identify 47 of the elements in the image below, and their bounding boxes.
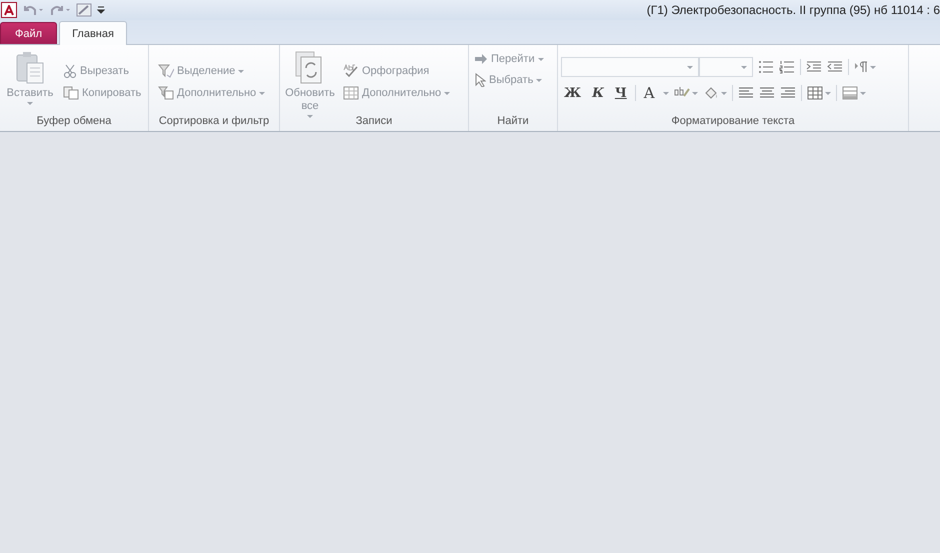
filter-icon <box>158 86 174 100</box>
fill-color-button[interactable] <box>702 86 727 100</box>
app-logo-icon <box>1 2 17 18</box>
group-label: Буфер обмена <box>36 115 112 129</box>
scissors-icon <box>63 64 77 78</box>
underline-button[interactable]: Ч <box>612 86 630 100</box>
bold-button[interactable]: Ж <box>561 86 584 100</box>
outdent-icon <box>827 60 843 74</box>
align-left-icon <box>738 86 754 100</box>
caret-icon <box>824 92 831 94</box>
caret-icon <box>870 66 876 68</box>
italic-button[interactable]: К <box>589 86 607 100</box>
group-label: Записи <box>354 115 394 129</box>
indent-icon <box>806 60 822 74</box>
group-label: Найти <box>496 115 530 129</box>
customize-menu-icon <box>97 5 105 15</box>
caret-icon <box>741 66 747 68</box>
copy-icon <box>63 86 79 100</box>
ribbon-tab[interactable]: Главная <box>59 21 127 45</box>
numbered-list-icon <box>779 60 795 74</box>
window-title: (Г1) Электробезопасность. II группа (95) нб 11014 : 6 <box>646 3 940 17</box>
redo-icon <box>49 4 71 16</box>
font-color-button[interactable]: A <box>640 84 658 102</box>
spelling-icon <box>343 64 359 78</box>
bullet-list-icon <box>758 60 774 74</box>
caret-icon <box>662 92 669 94</box>
gridlines-button[interactable] <box>806 86 831 100</box>
align-right-icon <box>780 86 796 100</box>
pointer-icon <box>474 73 486 87</box>
undo-icon <box>22 4 44 16</box>
alternate-row-color-button[interactable] <box>842 86 866 100</box>
group-label: Сортировка и фильтр <box>158 115 270 129</box>
table-icon <box>343 86 359 100</box>
group-label: Форматирование текста <box>670 115 796 129</box>
caret-icon <box>720 92 727 94</box>
caret-icon <box>860 92 866 94</box>
clipboard-icon <box>14 51 46 85</box>
caret-icon <box>687 66 693 68</box>
file-tab[interactable]: Файл <box>0 22 57 44</box>
font-size-field[interactable] <box>699 57 753 77</box>
arrow-icon <box>474 53 488 65</box>
align-center-icon <box>758 86 775 100</box>
caret-icon <box>692 92 698 94</box>
paragraph-direction-button[interactable] <box>854 61 876 73</box>
font-name-field[interactable] <box>561 57 699 77</box>
filter-icon <box>158 64 174 78</box>
pencil-icon <box>76 3 92 17</box>
